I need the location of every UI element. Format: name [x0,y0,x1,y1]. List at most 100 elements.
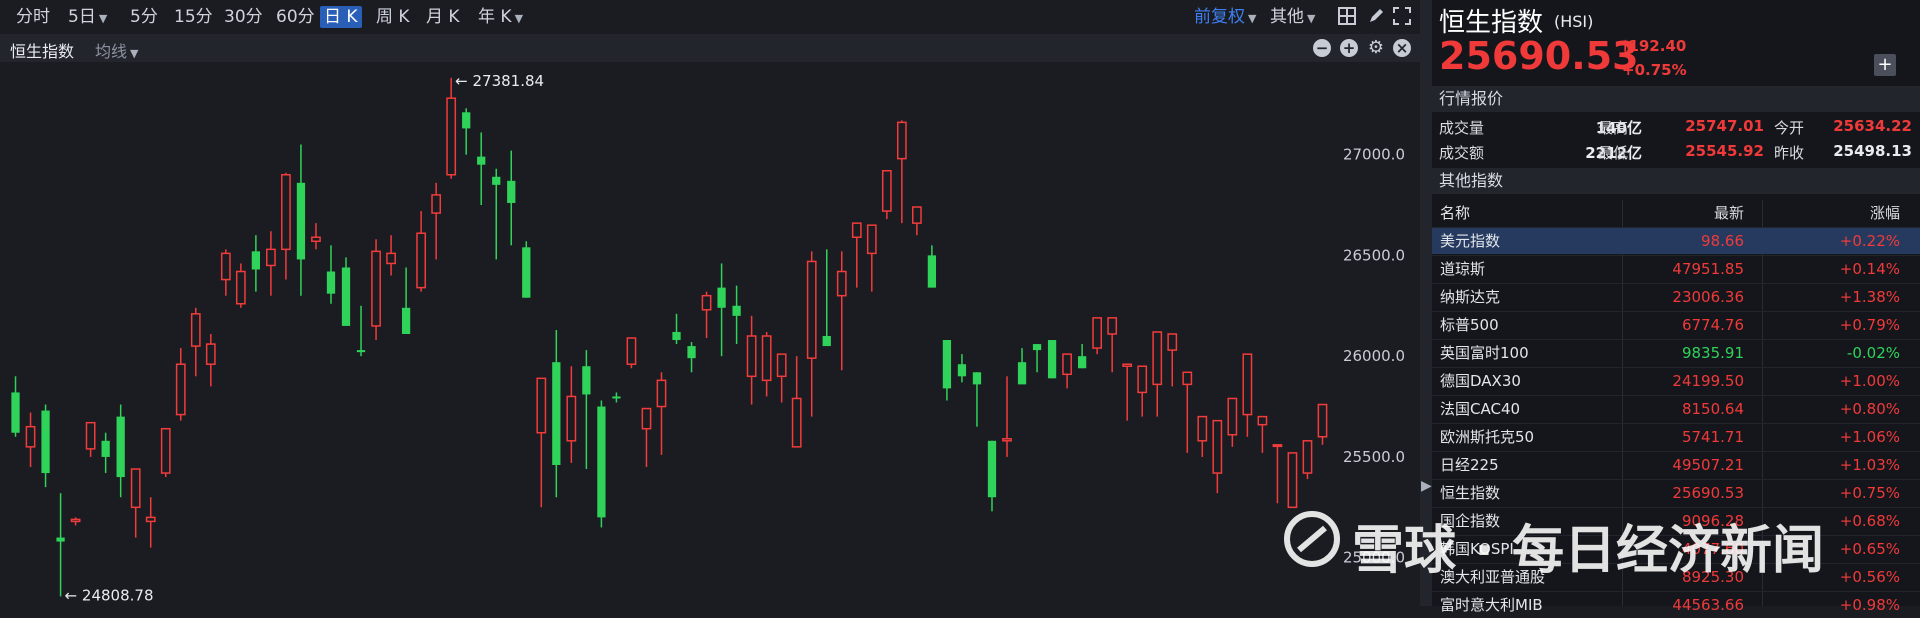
index-row[interactable]: 道琼斯 47951.85 +0.14% [1432,255,1920,282]
index-name: 英国富时100 [1440,344,1529,362]
candle [536,377,547,508]
period-tab-60min[interactable]: 60分 [272,6,319,28]
candle [656,372,667,455]
quote-change-value: 192.40 [1628,37,1687,55]
candle [446,77,457,179]
period-tab-15min[interactable]: 15分 [170,6,217,28]
candle [356,305,366,357]
zoom-in-icon[interactable]: + [1340,39,1358,57]
other-indices-header: 其他指数 [1432,168,1920,194]
index-name: 纳斯达克 [1440,288,1501,306]
candle-body [1182,371,1193,386]
index-pct: +0.65% [1839,540,1900,558]
other-dropdown[interactable]: 其他 ▼ [1266,6,1319,28]
candle-body [235,270,246,305]
candle-body [717,287,726,308]
candle [1002,376,1012,457]
candle-body [356,350,366,353]
period-tab-5min[interactable]: 5分 [126,6,162,28]
grid-icon[interactable] [1337,7,1357,27]
candle [776,353,787,403]
index-row[interactable]: 日经225 49507.21 +1.03% [1432,451,1920,478]
candle-body [175,363,186,416]
period-tab-5day[interactable]: 5日 ▼ [64,6,111,28]
candle-body [1317,403,1328,438]
candle [1242,353,1253,437]
candle [341,257,351,326]
period-tab-30min[interactable]: 30分 [220,6,267,28]
chart-header: 恒生指数 均线 ▼ − + ⚙ × [0,34,1420,62]
index-row[interactable]: 美元指数 98.66 +0.22% [1432,227,1920,254]
candle-body [1152,331,1163,386]
candle [281,172,291,280]
candle [851,222,862,288]
period-tab-5day-label: 5日 [68,7,96,27]
prev-close-value: 25498.13 [1833,142,1912,160]
prev-close-label: 昨收 [1774,144,1805,162]
candle [972,372,982,427]
period-tab-yearly[interactable]: 年 K ▼ [474,6,527,28]
index-row[interactable]: 恒生指数 25690.53 +0.75% [1432,479,1920,506]
index-row[interactable]: 标普500 6774.76 +0.79% [1432,311,1920,338]
candle-body [130,468,141,509]
adjust-dropdown[interactable]: 前复权 ▼ [1190,6,1260,28]
volume-label: 成交量 [1439,119,1485,137]
candle [522,241,531,298]
adjust-label: 前复权 [1194,7,1245,27]
period-tab-daily[interactable]: 日 K [320,6,362,28]
candle-body [1272,444,1283,448]
candle-body [972,372,982,385]
zoom-out-icon[interactable]: − [1313,39,1331,57]
fullscreen-icon[interactable] [1392,7,1412,27]
candle-body [311,236,321,243]
kline-chart[interactable]: 27000.0 26500.0 26000.0 25500.0 25000.0 ← 273… [0,62,1420,606]
index-row[interactable]: 法国CAC40 8150.64 +0.80% [1432,395,1920,422]
candle [552,329,561,498]
candle [597,400,606,528]
candle [401,267,411,334]
add-watchlist-button[interactable]: + [1874,54,1896,76]
candle [1182,371,1193,453]
settings-icon[interactable]: ⚙ [1367,39,1385,57]
index-row[interactable]: 英国富时100 9835.91 -0.02% [1432,339,1920,366]
candle-body [1062,353,1072,376]
index-row[interactable]: 欧洲斯托克50 5741.71 +1.06% [1432,423,1920,450]
index-row[interactable]: 富时意大利MIB 44563.66 +0.98% [1432,591,1920,618]
pen-icon[interactable] [1366,7,1386,27]
open-value: 25634.22 [1833,117,1912,135]
candle-body [1047,340,1057,379]
index-pct: +1.06% [1839,428,1900,446]
candle [1317,403,1328,445]
candle [160,427,171,478]
candle-body [536,377,547,434]
candle-body [1257,415,1268,426]
candle-body [957,364,967,377]
candle-body [656,379,667,408]
close-icon[interactable]: × [1393,39,1411,57]
index-name: 日经225 [1440,456,1499,474]
turnover-label: 成交额 [1439,144,1485,162]
candle-body [776,353,787,378]
candle [220,249,231,296]
candle [746,315,757,405]
candle-body [641,407,652,430]
candle [1122,363,1133,421]
candle [582,350,591,470]
period-tab-weekly[interactable]: 周 K [372,6,414,28]
index-row[interactable]: 德国DAX30 24199.50 +1.00% [1432,367,1920,394]
ma-dropdown[interactable]: 均线 ▼ [95,38,138,62]
candle [881,169,892,220]
index-pct: +0.56% [1839,568,1900,586]
y-tick-label: 26000.0 [1343,347,1405,365]
candle-body [25,425,36,448]
quote-price: 25690.53 [1439,34,1639,78]
period-tab-monthly[interactable]: 月 K [422,6,464,28]
index-row[interactable]: 纳斯达克 23006.36 +1.38% [1432,283,1920,310]
index-name: 恒生指数 [1440,484,1501,502]
candle-body [896,121,907,160]
xueqiu-logo-icon [1284,511,1340,567]
collapse-arrow-icon[interactable]: ▶ [1421,478,1432,494]
ma-label: 均线 [95,42,128,61]
quote-change-pct: +0.75% [1622,61,1687,79]
period-tab-fenshi[interactable]: 分时 [12,6,54,28]
